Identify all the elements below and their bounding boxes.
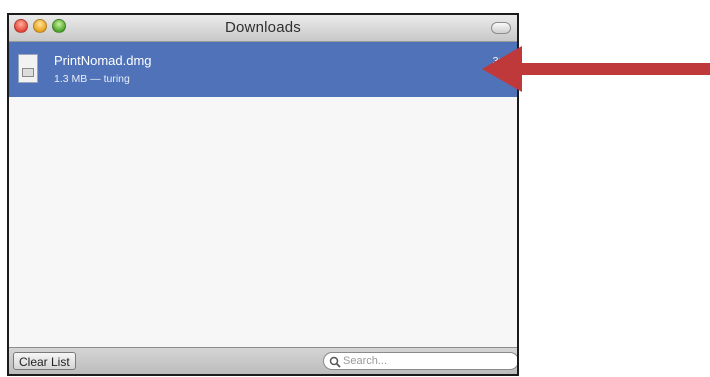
search-input[interactable] [343, 354, 503, 368]
clear-list-button[interactable]: Clear List [13, 352, 76, 370]
download-row[interactable]: PrintNomad.dmg 1.3 MB — turing 3:07 [9, 42, 517, 97]
toolbar-toggle-button[interactable] [491, 22, 511, 34]
downloads-window: Downloads PrintNomad.dmg 1.3 MB — turing… [7, 13, 519, 376]
title-bar[interactable]: Downloads [9, 15, 517, 42]
bottom-bar: Clear List [9, 347, 517, 374]
annotation-arrow [482, 46, 710, 92]
download-file-meta: 1.3 MB — turing [54, 73, 130, 85]
window-title: Downloads [224, 19, 301, 36]
download-file-name: PrintNomad.dmg [54, 53, 152, 68]
downloads-list: PrintNomad.dmg 1.3 MB — turing 3:07 [9, 42, 517, 348]
dmg-file-icon [18, 54, 38, 83]
search-field[interactable] [323, 352, 517, 370]
search-icon [329, 356, 341, 368]
